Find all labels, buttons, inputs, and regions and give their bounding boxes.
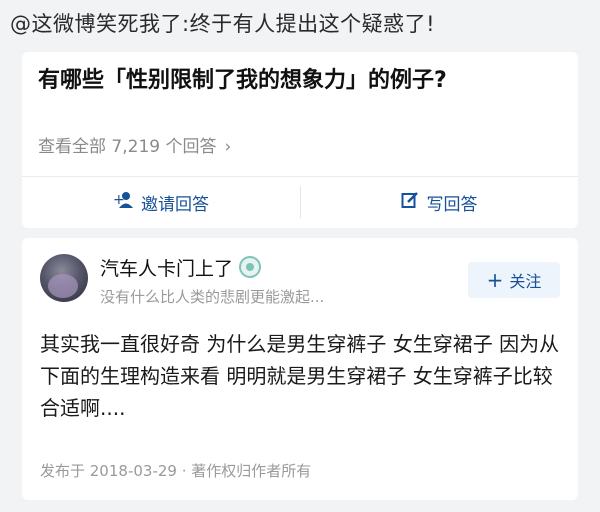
verified-badge-icon xyxy=(239,256,262,278)
edit-icon xyxy=(401,191,419,214)
answer-content[interactable]: 其实我一直很好奇 为什么是男生穿裤子 女生穿裙子 因为从下面的生理构造来看 明明… xyxy=(40,328,560,424)
question-card: 有哪些「性别限制了我的想象力」的例子? 查看全部 7,219 个回答 › + 邀请… xyxy=(22,52,578,228)
post-caption: @这微博笑死我了:终于有人提出这个疑惑了! xyxy=(10,12,435,36)
write-answer-button[interactable]: 写回答 xyxy=(300,176,578,228)
avatar[interactable] xyxy=(40,254,88,302)
invite-answer-button[interactable]: + 邀请回答 xyxy=(22,176,300,228)
question-title[interactable]: 有哪些「性别限制了我的想象力」的例子? xyxy=(38,62,447,94)
author-bio: 没有什么比人类的悲剧更能激起... xyxy=(100,288,325,306)
follow-label: 关注 xyxy=(509,272,542,291)
chevron-right-icon: › xyxy=(224,137,232,157)
add-user-icon: + xyxy=(113,191,133,214)
plus-icon: + xyxy=(486,268,504,292)
write-answer-label: 写回答 xyxy=(426,194,478,215)
answer-meta: 发布于 2018-03-29 · 著作权归作者所有 xyxy=(40,462,312,480)
author-name[interactable]: 汽车人卡门上了 xyxy=(100,254,262,281)
invite-answer-label: 邀请回答 xyxy=(141,194,209,215)
answer-card: 汽车人卡门上了 没有什么比人类的悲剧更能激起... + 关注 其实我一直很好奇 … xyxy=(22,238,578,500)
view-all-answers-link[interactable]: 查看全部 7,219 个回答 › xyxy=(38,132,231,157)
follow-button[interactable]: + 关注 xyxy=(468,262,560,298)
view-all-label: 查看全部 7,219 个回答 xyxy=(38,137,217,157)
author-name-text: 汽车人卡门上了 xyxy=(100,258,234,280)
